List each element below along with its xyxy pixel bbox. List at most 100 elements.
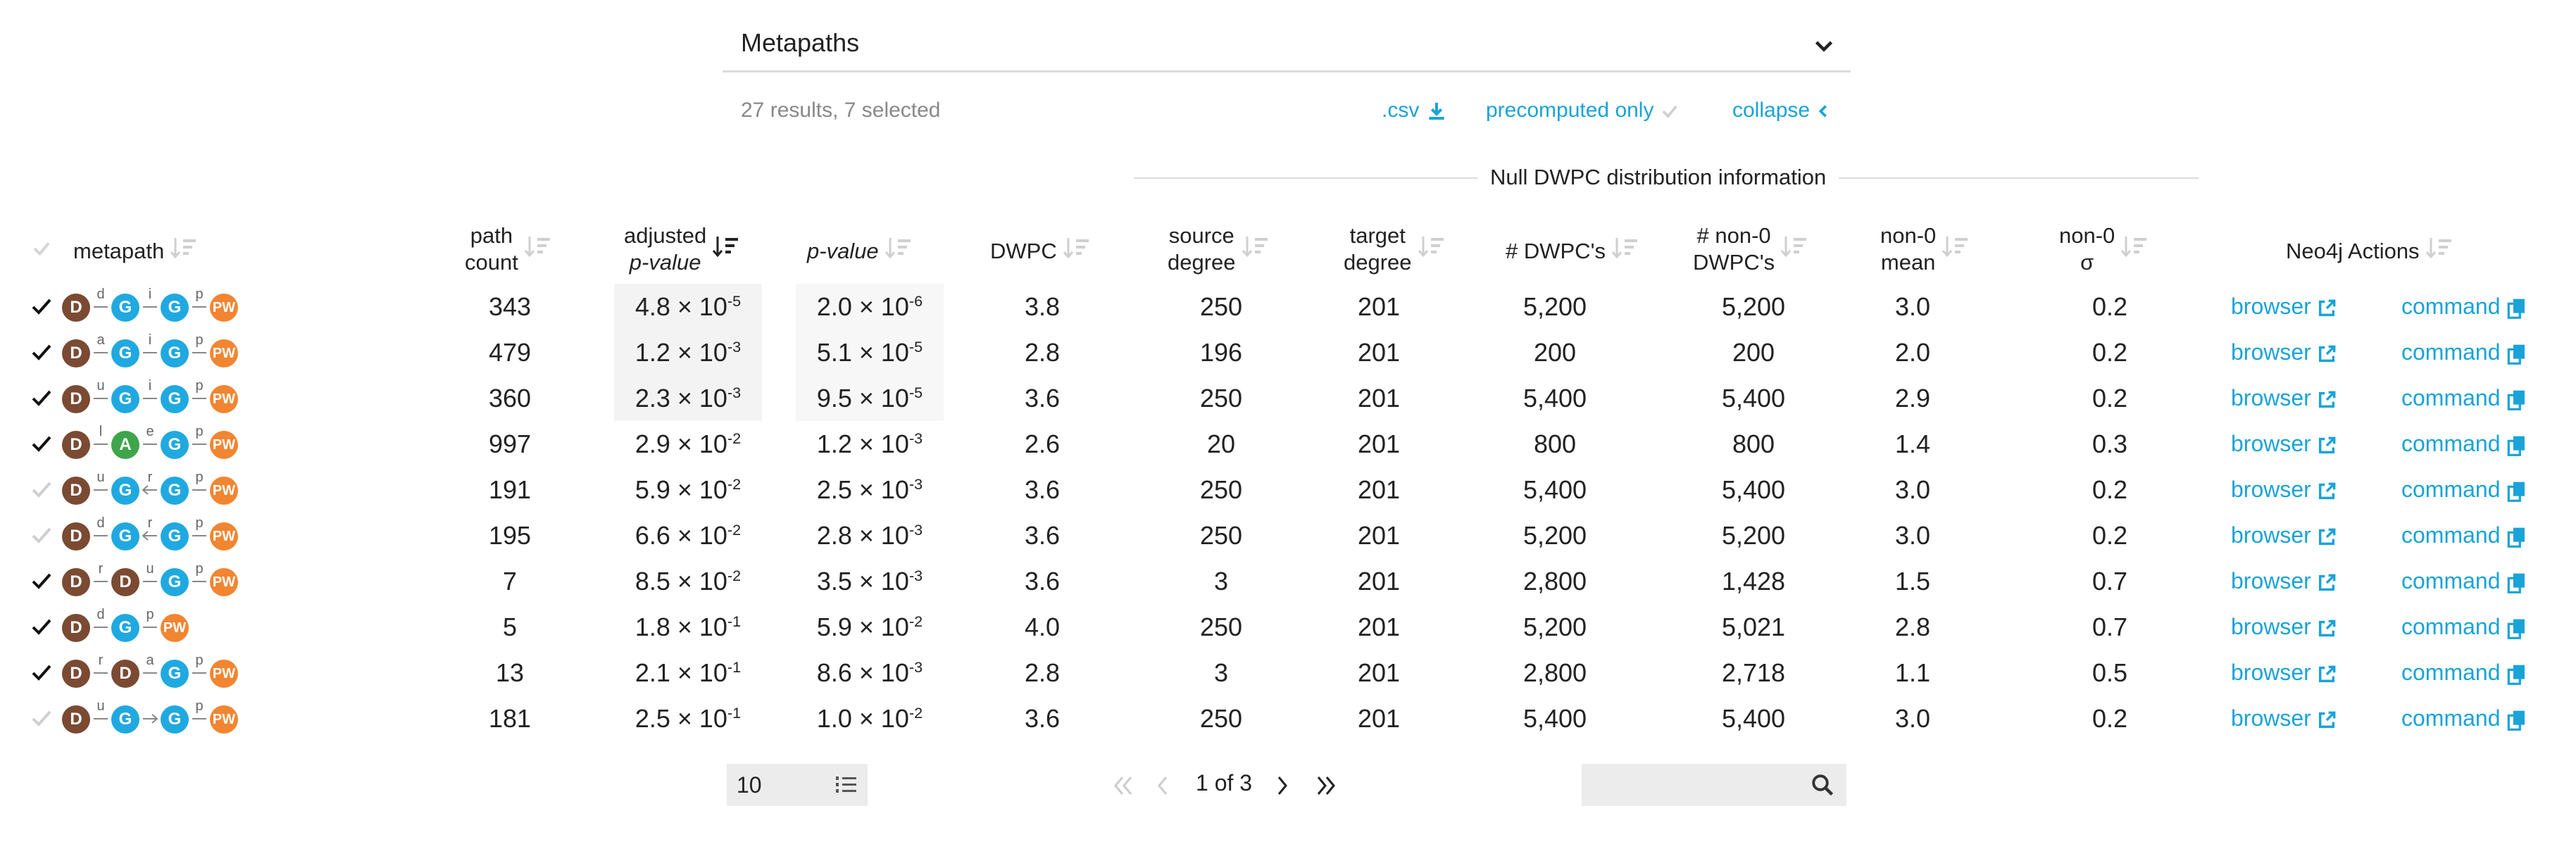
neo4j-browser-link[interactable]: browser bbox=[2231, 558, 2338, 604]
table-row[interactable]: Dd Gp PW 5 1.8 × 10-1 5.9 × 10-2 4.0 250 201 5,20… bbox=[0, 604, 2576, 650]
neo4j-browser-link[interactable]: browser bbox=[2231, 329, 2338, 375]
next-page-icon[interactable] bbox=[1272, 773, 1293, 798]
dwpc: 2.8 bbox=[1024, 658, 1061, 687]
gene-node: G bbox=[161, 431, 189, 459]
neo4j-command-copy[interactable]: command bbox=[2401, 512, 2527, 558]
table-row[interactable]: Du Gi Gp PW 360 2.3 × 10-3 9.5 × 10-5 3.6 250 201… bbox=[0, 375, 2576, 421]
header-path-count[interactable]: path count bbox=[465, 222, 552, 276]
row-select-checkbox[interactable] bbox=[30, 696, 54, 741]
header-adjusted-pvalue[interactable]: adjusted p-value bbox=[624, 222, 740, 276]
metapaths-section-header[interactable]: Metapaths bbox=[723, 20, 1851, 73]
previous-page-icon[interactable] bbox=[1152, 773, 1173, 798]
edge-line bbox=[143, 581, 157, 582]
gene-node: G bbox=[111, 294, 139, 322]
row-select-checkbox[interactable] bbox=[30, 604, 54, 650]
header-neo4j-actions[interactable]: Neo4j Actions bbox=[2286, 235, 2453, 267]
table-row[interactable]: Dd Gi Gp PW 343 4.8 × 10-5 2.0 × 10-6 3.8 250 201… bbox=[0, 284, 2576, 329]
command-label: command bbox=[2401, 294, 2501, 319]
neo4j-command-copy[interactable]: command bbox=[2401, 604, 2527, 650]
neo4j-browser-link[interactable]: browser bbox=[2231, 284, 2338, 329]
edge-line bbox=[192, 718, 206, 719]
table-row[interactable]: Du Gr Gp PW 191 5.9 × 10-2 2.5 × 10-3 3.6 250 201… bbox=[0, 467, 2576, 512]
neo4j-browser-link[interactable]: browser bbox=[2231, 421, 2338, 467]
command-label: command bbox=[2401, 568, 2501, 593]
chevron-down-icon[interactable] bbox=[1811, 34, 1837, 59]
table-row[interactable]: Du G Gp PW 181 2.5 × 10-1 1.0 × 10-2 3.6 250 201 5… bbox=[0, 696, 2576, 741]
neo4j-browser-link[interactable]: browser bbox=[2231, 696, 2338, 741]
edge-line bbox=[94, 581, 108, 582]
neo4j-command-copy[interactable]: command bbox=[2401, 558, 2527, 604]
table-row[interactable]: Da Gi Gp PW 479 1.2 × 10-3 5.1 × 10-5 2.8 196 201… bbox=[0, 329, 2576, 375]
select-all-checkbox[interactable] bbox=[31, 238, 52, 259]
times-ten: × 10 bbox=[670, 338, 727, 367]
neo4j-command-copy[interactable]: command bbox=[2401, 375, 2527, 421]
exponent: -2 bbox=[908, 704, 923, 722]
neo4j-command-copy[interactable]: command bbox=[2401, 329, 2527, 375]
collapse-link[interactable]: collapse bbox=[1732, 99, 1831, 122]
header-dwpc[interactable]: DWPC bbox=[990, 235, 1091, 267]
neo4j-command-copy[interactable]: command bbox=[2401, 421, 2527, 467]
neo4j-command-copy[interactable]: command bbox=[2401, 467, 2527, 512]
null-dwpc-heading: Null DWPC distribution information bbox=[1477, 165, 1839, 190]
search-icon[interactable] bbox=[1810, 772, 1835, 798]
neo4j-browser-link[interactable]: browser bbox=[2231, 467, 2338, 512]
header-pvalue[interactable]: p-value bbox=[807, 235, 913, 267]
row-select-checkbox[interactable] bbox=[30, 467, 54, 512]
mantissa: 1.0 bbox=[816, 704, 852, 733]
row-select-checkbox[interactable] bbox=[30, 375, 54, 421]
neo4j-command-copy[interactable]: command bbox=[2401, 650, 2527, 696]
edge-label: p bbox=[195, 653, 204, 668]
table-row[interactable]: Dr Da Gp PW 13 2.1 × 10-1 8.6 × 10-3 2.8 3 201 2,8… bbox=[0, 650, 2576, 696]
neo4j-browser-link[interactable]: browser bbox=[2231, 604, 2338, 650]
row-select-checkbox[interactable] bbox=[30, 558, 54, 604]
neo4j-browser-link[interactable]: browser bbox=[2231, 650, 2338, 696]
first-page-icon[interactable] bbox=[1108, 773, 1137, 798]
search-input[interactable] bbox=[1582, 764, 1803, 807]
neo4j-command-copy[interactable]: command bbox=[2401, 696, 2527, 741]
collapse-label: collapse bbox=[1732, 99, 1811, 122]
n-dwpc: 200 bbox=[1533, 338, 1577, 367]
times-ten: × 10 bbox=[851, 338, 909, 367]
row-select-checkbox[interactable] bbox=[30, 329, 54, 375]
last-page-icon[interactable] bbox=[1313, 773, 1341, 798]
nonzero-sigma: 0.3 bbox=[2092, 429, 2128, 458]
n-dwpc: 800 bbox=[1533, 429, 1577, 458]
pvalue: 2.5 × 10-3 bbox=[796, 467, 944, 512]
header-n-dwpc[interactable]: # DWPC's bbox=[1506, 235, 1639, 267]
external-link-icon bbox=[2311, 660, 2338, 685]
header-target-degree[interactable]: target degree bbox=[1344, 222, 1446, 276]
edge-label: u bbox=[96, 470, 105, 485]
source-degree: 20 bbox=[1206, 429, 1236, 458]
table-row[interactable]: Dd Gr Gp PW 195 6.6 × 10-2 2.8 × 10-3 3.6 250 201… bbox=[0, 512, 2576, 558]
gene-node: G bbox=[161, 294, 189, 322]
csv-download-link[interactable]: .csv bbox=[1382, 99, 1448, 122]
gene-node: G bbox=[111, 385, 139, 413]
row-select-checkbox[interactable] bbox=[30, 284, 54, 329]
edge-line bbox=[94, 444, 108, 445]
header-nonzero-sigma[interactable]: non-0 σ bbox=[2059, 222, 2149, 276]
mantissa: 9.5 bbox=[816, 384, 852, 413]
table-row[interactable]: Dl Ae Gp PW 997 2.9 × 10-2 1.2 × 10-3 2.6 20 201 8… bbox=[0, 421, 2576, 467]
header-source-degree[interactable]: source degree bbox=[1168, 222, 1270, 276]
search-box[interactable] bbox=[1582, 764, 1846, 807]
edge-label: r bbox=[98, 653, 104, 668]
row-select-checkbox[interactable] bbox=[30, 421, 54, 467]
path-count: 997 bbox=[488, 429, 532, 458]
neo4j-browser-link[interactable]: browser bbox=[2231, 512, 2338, 558]
header-label: non-0 bbox=[1880, 223, 1937, 248]
page-size-select[interactable]: 10 bbox=[727, 764, 868, 806]
neo4j-command-copy[interactable]: command bbox=[2401, 284, 2527, 329]
header-n-nonzero-dwpc[interactable]: # non-0 DWPC's bbox=[1693, 222, 1808, 276]
precomputed-only-toggle[interactable]: precomputed only bbox=[1486, 99, 1680, 122]
gene-node: G bbox=[111, 705, 139, 734]
disease-node: D bbox=[62, 705, 90, 734]
row-select-checkbox[interactable] bbox=[30, 512, 54, 558]
disease-node: D bbox=[62, 339, 90, 367]
table-row[interactable]: Dr Du Gp PW 7 8.5 × 10-2 3.5 × 10-3 3.6 3 201 2,80… bbox=[0, 558, 2576, 604]
neo4j-browser-link[interactable]: browser bbox=[2231, 375, 2338, 421]
mantissa: 3.5 bbox=[816, 567, 852, 596]
sort-icon bbox=[884, 235, 913, 267]
header-nonzero-mean[interactable]: non-0 mean bbox=[1880, 222, 1970, 276]
row-select-checkbox[interactable] bbox=[30, 650, 54, 696]
header-metapath[interactable]: metapath bbox=[73, 235, 198, 267]
